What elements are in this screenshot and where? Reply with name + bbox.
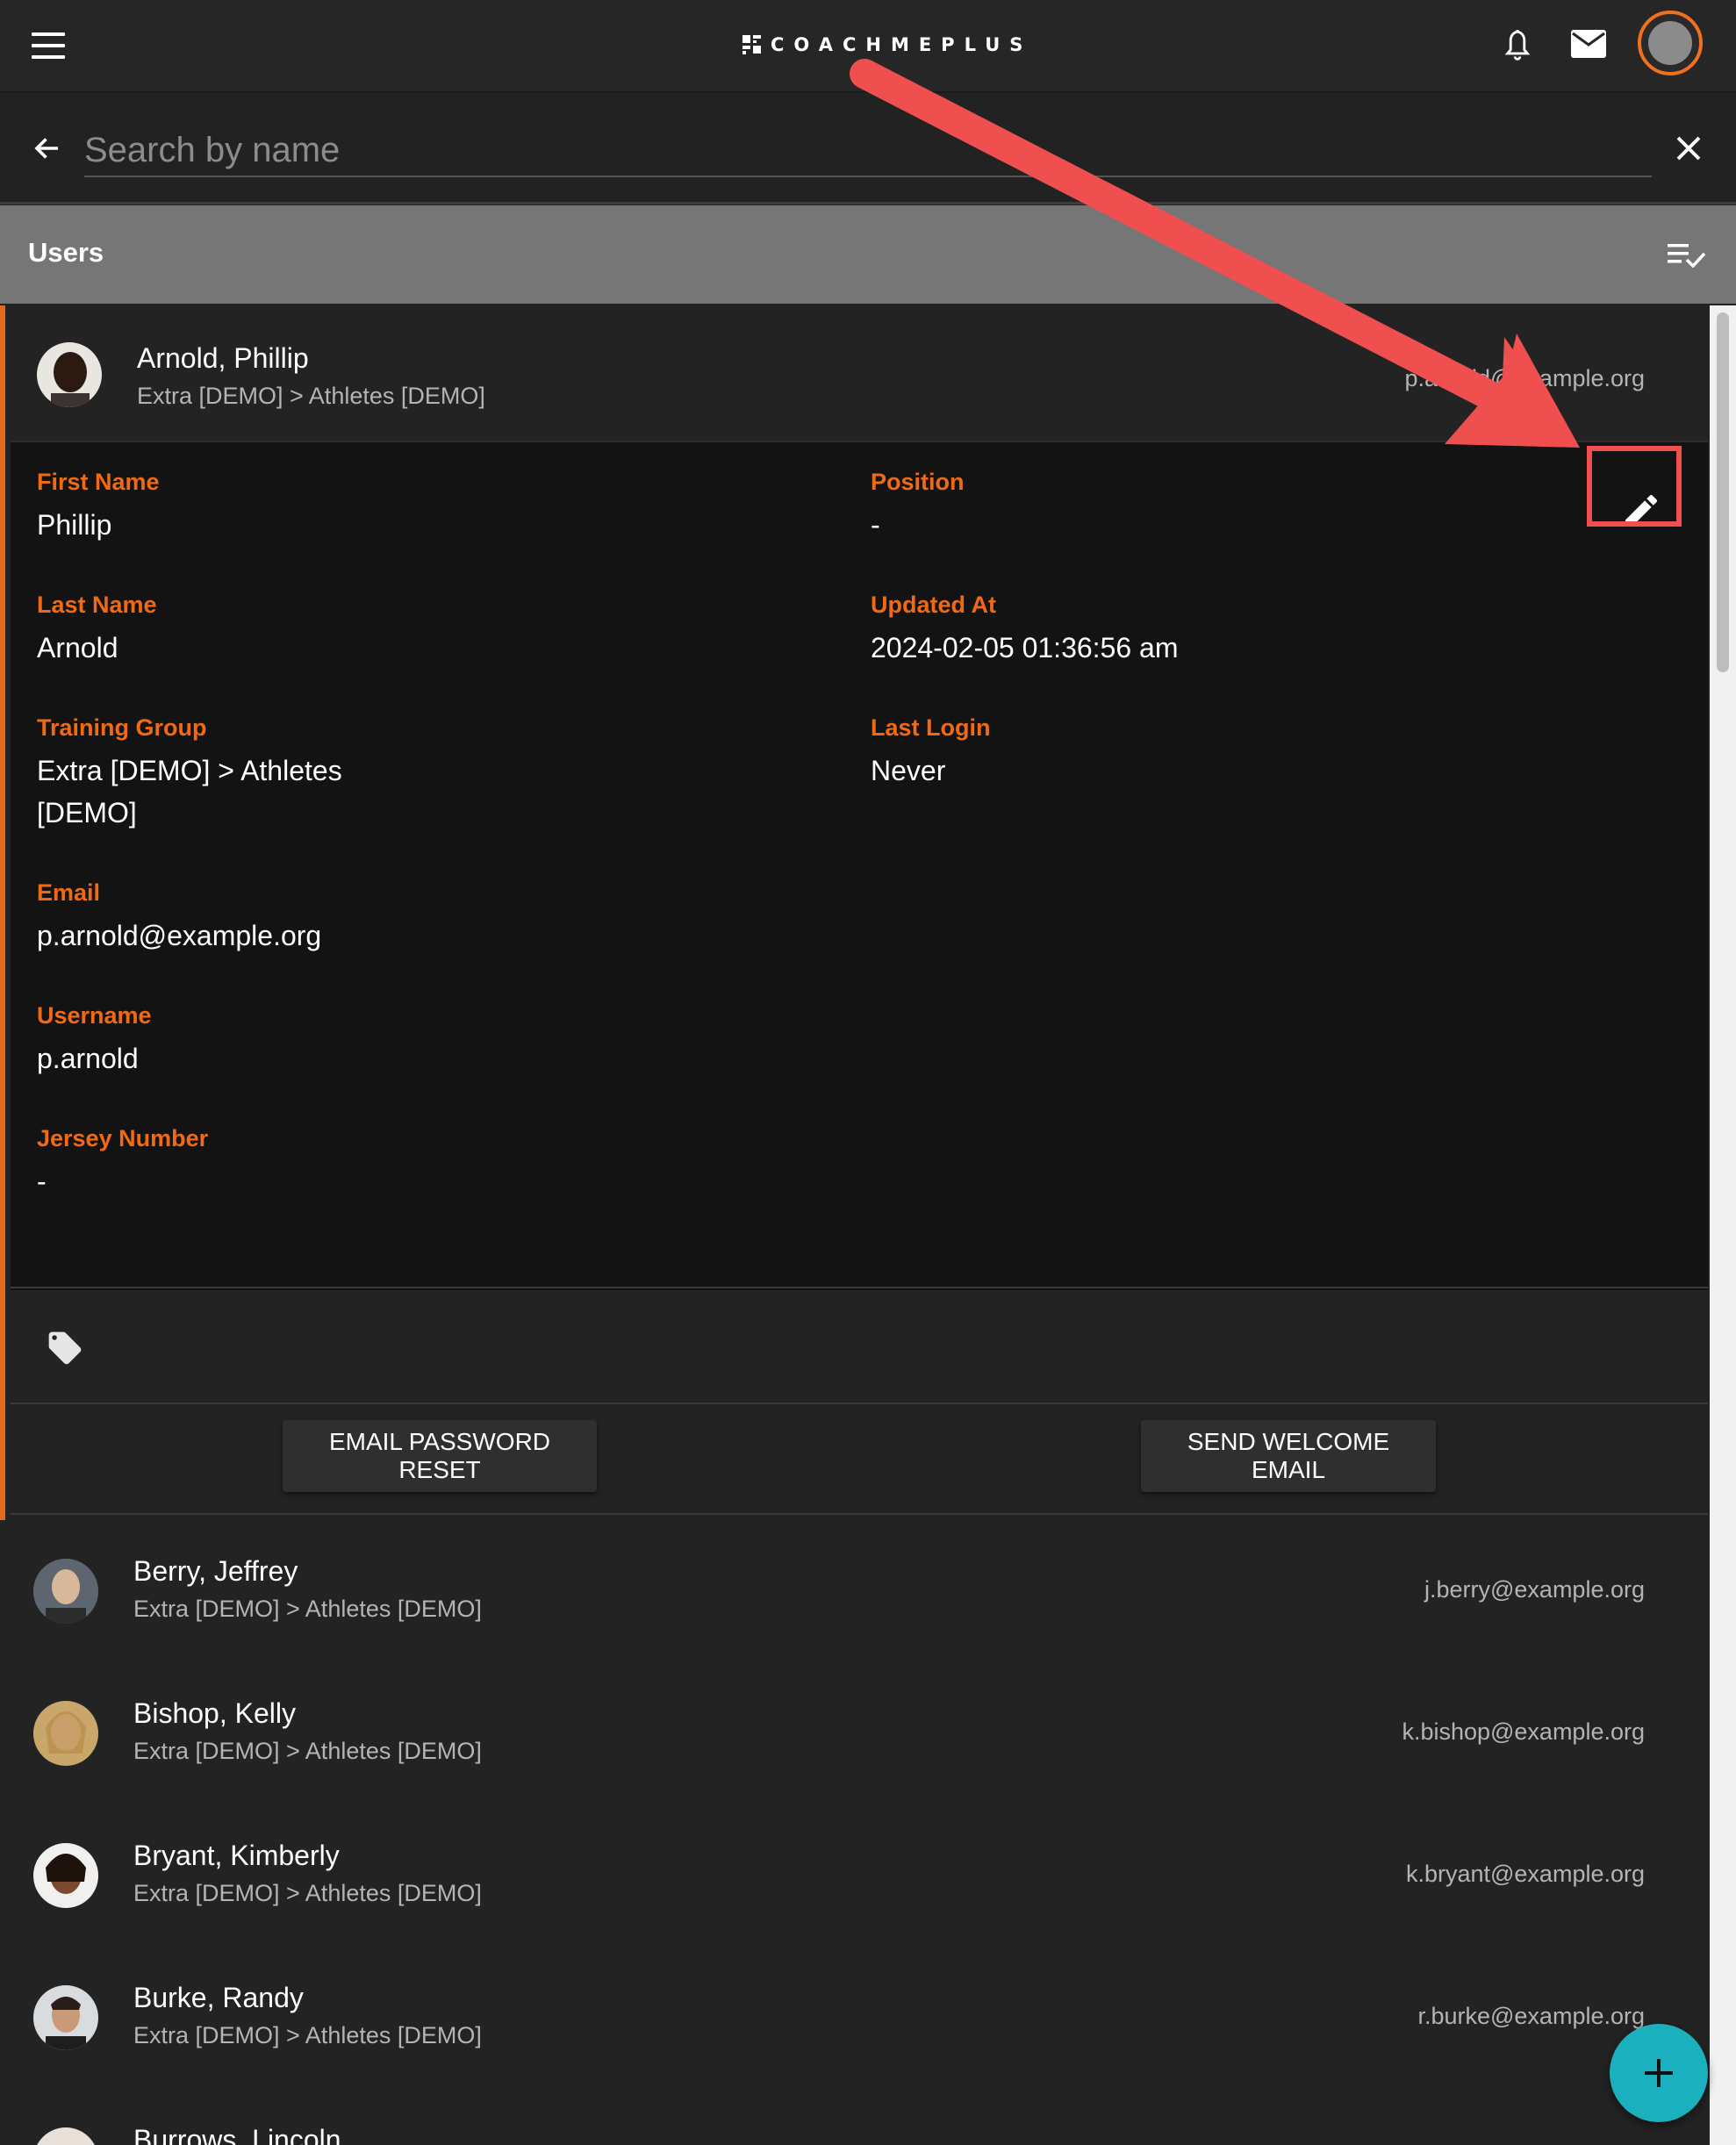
avatar <box>33 1559 98 1624</box>
last-login-value: Never <box>871 755 946 786</box>
user-email: k.bryant@example.org <box>1405 1861 1645 1887</box>
first-name-label: First Name <box>37 469 160 495</box>
username-label: Username <box>37 1002 152 1029</box>
user-name: Bryant, Kimberly <box>133 1840 340 1871</box>
section-title: Users <box>28 237 104 268</box>
close-icon[interactable] <box>1673 133 1704 164</box>
mail-icon[interactable] <box>1569 28 1608 60</box>
plus-icon <box>1645 2059 1673 2087</box>
email-password-reset-button[interactable]: EMAIL PASSWORD RESET <box>283 1420 597 1492</box>
user-name: Arnold, Phillip <box>137 342 309 374</box>
email-value: p.arnold@example.org <box>37 920 322 951</box>
avatar <box>33 2127 98 2145</box>
list-item[interactable]: Bryant, Kimberly Extra [DEMO] > Athletes… <box>5 1804 1708 1948</box>
avatar <box>33 1843 98 1908</box>
position-value: - <box>871 509 880 541</box>
search-input[interactable] <box>84 125 1652 177</box>
sort-checklist-icon[interactable] <box>1668 242 1706 269</box>
updated-at-label: Updated At <box>871 592 996 618</box>
bell-icon[interactable] <box>1503 26 1532 63</box>
avatar <box>37 342 102 407</box>
user-group: Extra [DEMO] > Athletes [DEMO] <box>133 2022 482 2048</box>
logo-mark-icon <box>742 35 762 54</box>
updated-at-value: 2024-02-05 01:36:56 am <box>871 632 1179 664</box>
tag-icon[interactable] <box>46 1329 84 1367</box>
last-name-label: Last Name <box>37 592 157 618</box>
user-email: j.berry@example.org <box>1424 1576 1645 1603</box>
users-section-header: Users <box>0 205 1736 304</box>
jersey-number-label: Jersey Number <box>37 1125 209 1151</box>
profile-avatar[interactable] <box>1638 11 1703 75</box>
list-item[interactable]: Bishop, Kelly Extra [DEMO] > Athletes [D… <box>5 1662 1708 1806</box>
user-group: Extra [DEMO] > Athletes [DEMO] <box>133 1596 482 1622</box>
user-group: Extra [DEMO] > Athletes [DEMO] <box>133 1880 482 1906</box>
edit-pencil-icon[interactable] <box>1620 490 1662 532</box>
last-name-value: Arnold <box>37 632 118 664</box>
username-value: p.arnold <box>37 1043 139 1074</box>
list-item[interactable]: Berry, Jeffrey Extra [DEMO] > Athletes [… <box>5 1520 1708 1664</box>
avatar <box>33 1985 98 2050</box>
training-group-value-line1: Extra [DEMO] > Athletes <box>37 755 342 786</box>
user-name: Bishop, Kelly <box>133 1697 296 1729</box>
user-name: Berry, Jeffrey <box>133 1555 298 1587</box>
avatar <box>33 1701 98 1766</box>
logo-text: COACHMEPLUS <box>771 34 1033 55</box>
position-label: Position <box>871 469 965 495</box>
email-label: Email <box>37 879 101 906</box>
add-user-button[interactable] <box>1610 2024 1708 2122</box>
send-welcome-email-button[interactable]: SEND WELCOME EMAIL <box>1141 1420 1436 1492</box>
list-item[interactable]: Burrows, Lincoln <box>5 2089 1708 2145</box>
logo: COACHMEPLUS <box>742 32 1032 58</box>
training-group-value-line2: [DEMO] <box>37 797 137 829</box>
search-bar <box>0 93 1736 204</box>
user-name: Burke, Randy <box>133 1982 304 2013</box>
user-email: r.burke@example.org <box>1417 2003 1645 2029</box>
back-arrow-icon[interactable] <box>32 133 63 164</box>
jersey-number-value: - <box>37 1166 47 1197</box>
list-item[interactable]: Burke, Randy Extra [DEMO] > Athletes [DE… <box>5 1947 1708 2091</box>
user-email: k.bishop@example.org <box>1402 1718 1645 1745</box>
user-name: Burrows, Lincoln <box>133 2124 341 2145</box>
user-group: Extra [DEMO] > Athletes [DEMO] <box>137 383 485 409</box>
training-group-label: Training Group <box>37 714 207 741</box>
user-group: Extra [DEMO] > Athletes [DEMO] <box>133 1738 482 1764</box>
last-login-label: Last Login <box>871 714 991 741</box>
first-name-value: Phillip <box>37 509 112 541</box>
expanded-user-header[interactable]: Arnold, Phillip Extra [DEMO] > Athletes … <box>5 305 1708 439</box>
menu-icon[interactable] <box>32 32 67 59</box>
divider <box>11 1513 1708 1515</box>
expanded-user-card: Arnold, Phillip Extra [DEMO] > Athletes … <box>0 305 1708 1520</box>
user-email: p.arnold@example.org <box>1404 365 1645 391</box>
tags-area <box>11 1287 1708 1404</box>
app-bar: COACHMEPLUS <box>0 0 1736 93</box>
scrollbar-thumb[interactable] <box>1717 312 1729 672</box>
user-details-panel: First Name Phillip Position - Last Name … <box>11 441 1708 1290</box>
